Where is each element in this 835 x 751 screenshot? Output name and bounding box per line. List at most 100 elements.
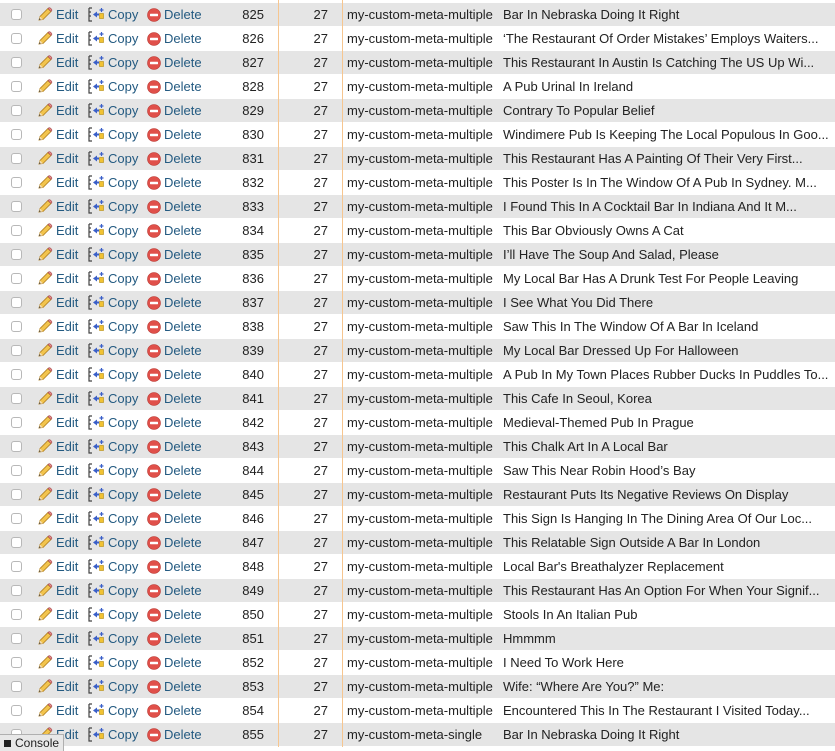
edit-link[interactable]: Edit [37,651,78,674]
edit-link[interactable]: Edit [37,147,78,170]
edit-link[interactable]: Edit [37,51,78,74]
copy-link[interactable]: Copy [88,363,138,386]
edit-link[interactable]: Edit [37,459,78,482]
delete-link[interactable]: Delete [147,3,202,26]
row-select-checkbox[interactable] [11,81,22,92]
row-select-checkbox[interactable] [11,681,22,692]
copy-link[interactable]: Copy [88,483,138,506]
edit-link[interactable]: Edit [37,435,78,458]
copy-link[interactable]: Copy [88,315,138,338]
row-select-checkbox[interactable] [11,537,22,548]
row-select-checkbox[interactable] [11,321,22,332]
copy-link[interactable]: Copy [88,555,138,578]
edit-link[interactable]: Edit [37,603,78,626]
edit-link[interactable]: Edit [37,483,78,506]
row-select-checkbox[interactable] [11,201,22,212]
delete-link[interactable]: Delete [147,531,202,554]
edit-link[interactable]: Edit [37,171,78,194]
delete-link[interactable]: Delete [147,579,202,602]
copy-link[interactable]: Copy [88,411,138,434]
delete-link[interactable]: Delete [147,291,202,314]
row-select-checkbox[interactable] [11,633,22,644]
copy-link[interactable]: Copy [88,459,138,482]
row-select-checkbox[interactable] [11,273,22,284]
delete-link[interactable]: Delete [147,723,202,746]
delete-link[interactable]: Delete [147,699,202,722]
copy-link[interactable]: Copy [88,675,138,698]
copy-link[interactable]: Copy [88,531,138,554]
row-select-checkbox[interactable] [11,345,22,356]
delete-link[interactable]: Delete [147,507,202,530]
delete-link[interactable]: Delete [147,123,202,146]
row-select-checkbox[interactable] [11,297,22,308]
edit-link[interactable]: Edit [37,627,78,650]
delete-link[interactable]: Delete [147,219,202,242]
delete-link[interactable]: Delete [147,627,202,650]
row-select-checkbox[interactable] [11,609,22,620]
copy-link[interactable]: Copy [88,27,138,50]
console-toggle-button[interactable]: Console [0,734,65,751]
copy-link[interactable]: Copy [88,75,138,98]
edit-link[interactable]: Edit [37,195,78,218]
edit-link[interactable]: Edit [37,675,78,698]
delete-link[interactable]: Delete [147,267,202,290]
delete-link[interactable]: Delete [147,459,202,482]
copy-link[interactable]: Copy [88,291,138,314]
copy-link[interactable]: Copy [88,435,138,458]
copy-link[interactable]: Copy [88,219,138,242]
edit-link[interactable]: Edit [37,3,78,26]
edit-link[interactable]: Edit [37,27,78,50]
row-select-checkbox[interactable] [11,9,22,20]
edit-link[interactable]: Edit [37,363,78,386]
delete-link[interactable]: Delete [147,75,202,98]
copy-link[interactable]: Copy [88,507,138,530]
copy-link[interactable]: Copy [88,267,138,290]
edit-link[interactable]: Edit [37,531,78,554]
edit-link[interactable]: Edit [37,219,78,242]
delete-link[interactable]: Delete [147,243,202,266]
edit-link[interactable]: Edit [37,387,78,410]
row-select-checkbox[interactable] [11,441,22,452]
row-select-checkbox[interactable] [11,57,22,68]
copy-link[interactable]: Copy [88,3,138,26]
copy-link[interactable]: Copy [88,147,138,170]
delete-link[interactable]: Delete [147,555,202,578]
delete-link[interactable]: Delete [147,483,202,506]
row-select-checkbox[interactable] [11,129,22,140]
copy-link[interactable]: Copy [88,243,138,266]
delete-link[interactable]: Delete [147,147,202,170]
delete-link[interactable]: Delete [147,363,202,386]
row-select-checkbox[interactable] [11,105,22,116]
copy-link[interactable]: Copy [88,195,138,218]
row-select-checkbox[interactable] [11,465,22,476]
copy-link[interactable]: Copy [88,603,138,626]
row-select-checkbox[interactable] [11,657,22,668]
delete-link[interactable]: Delete [147,195,202,218]
copy-link[interactable]: Copy [88,99,138,122]
row-select-checkbox[interactable] [11,417,22,428]
row-select-checkbox[interactable] [11,177,22,188]
row-select-checkbox[interactable] [11,33,22,44]
copy-link[interactable]: Copy [88,387,138,410]
row-select-checkbox[interactable] [11,561,22,572]
delete-link[interactable]: Delete [147,411,202,434]
delete-link[interactable]: Delete [147,339,202,362]
delete-link[interactable]: Delete [147,315,202,338]
copy-link[interactable]: Copy [88,723,138,746]
delete-link[interactable]: Delete [147,99,202,122]
copy-link[interactable]: Copy [88,339,138,362]
row-select-checkbox[interactable] [11,705,22,716]
edit-link[interactable]: Edit [37,411,78,434]
delete-link[interactable]: Delete [147,435,202,458]
delete-link[interactable]: Delete [147,27,202,50]
copy-link[interactable]: Copy [88,627,138,650]
edit-link[interactable]: Edit [37,339,78,362]
edit-link[interactable]: Edit [37,99,78,122]
edit-link[interactable]: Edit [37,699,78,722]
row-select-checkbox[interactable] [11,225,22,236]
delete-link[interactable]: Delete [147,387,202,410]
delete-link[interactable]: Delete [147,603,202,626]
edit-link[interactable]: Edit [37,75,78,98]
row-select-checkbox[interactable] [11,153,22,164]
delete-link[interactable]: Delete [147,51,202,74]
